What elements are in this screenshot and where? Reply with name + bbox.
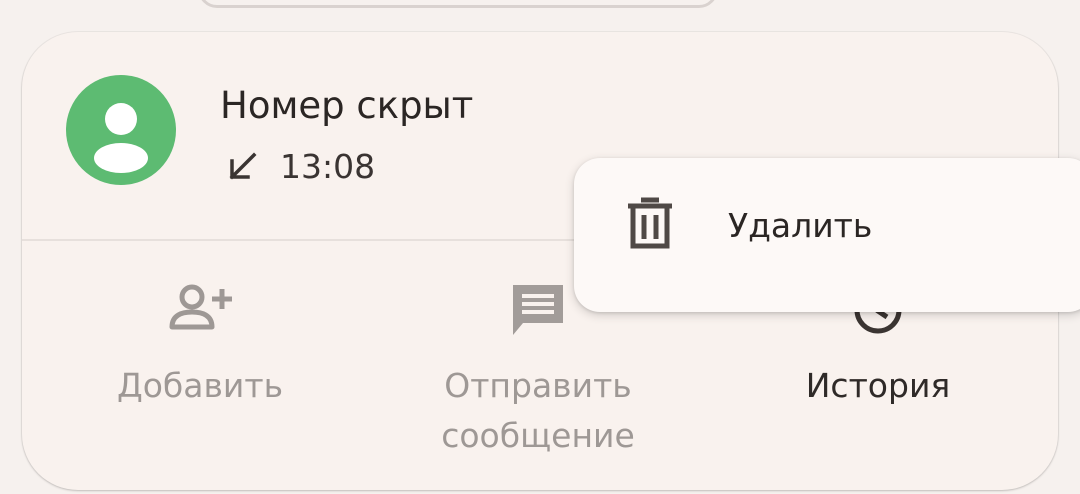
add-contact-icon [169,284,232,330]
call-meta: 13:08 [220,142,375,192]
call-time: 13:08 [280,147,376,186]
context-menu: Удалить [574,158,1080,312]
search-field-edge [198,0,718,8]
delete-label: Удалить [728,206,873,245]
person-icon [94,103,148,173]
send-message-label: Отправить сообщение [441,366,635,455]
add-contact-label: Добавить [116,366,284,405]
message-icon [513,285,563,335]
delete-menu-item[interactable]: Удалить [574,158,1080,312]
avatar [66,75,176,185]
caller-name: Номер скрыт [220,84,474,127]
history-label: История [805,366,951,405]
trash-icon [628,197,672,249]
incoming-call-arrow-icon [229,152,257,180]
